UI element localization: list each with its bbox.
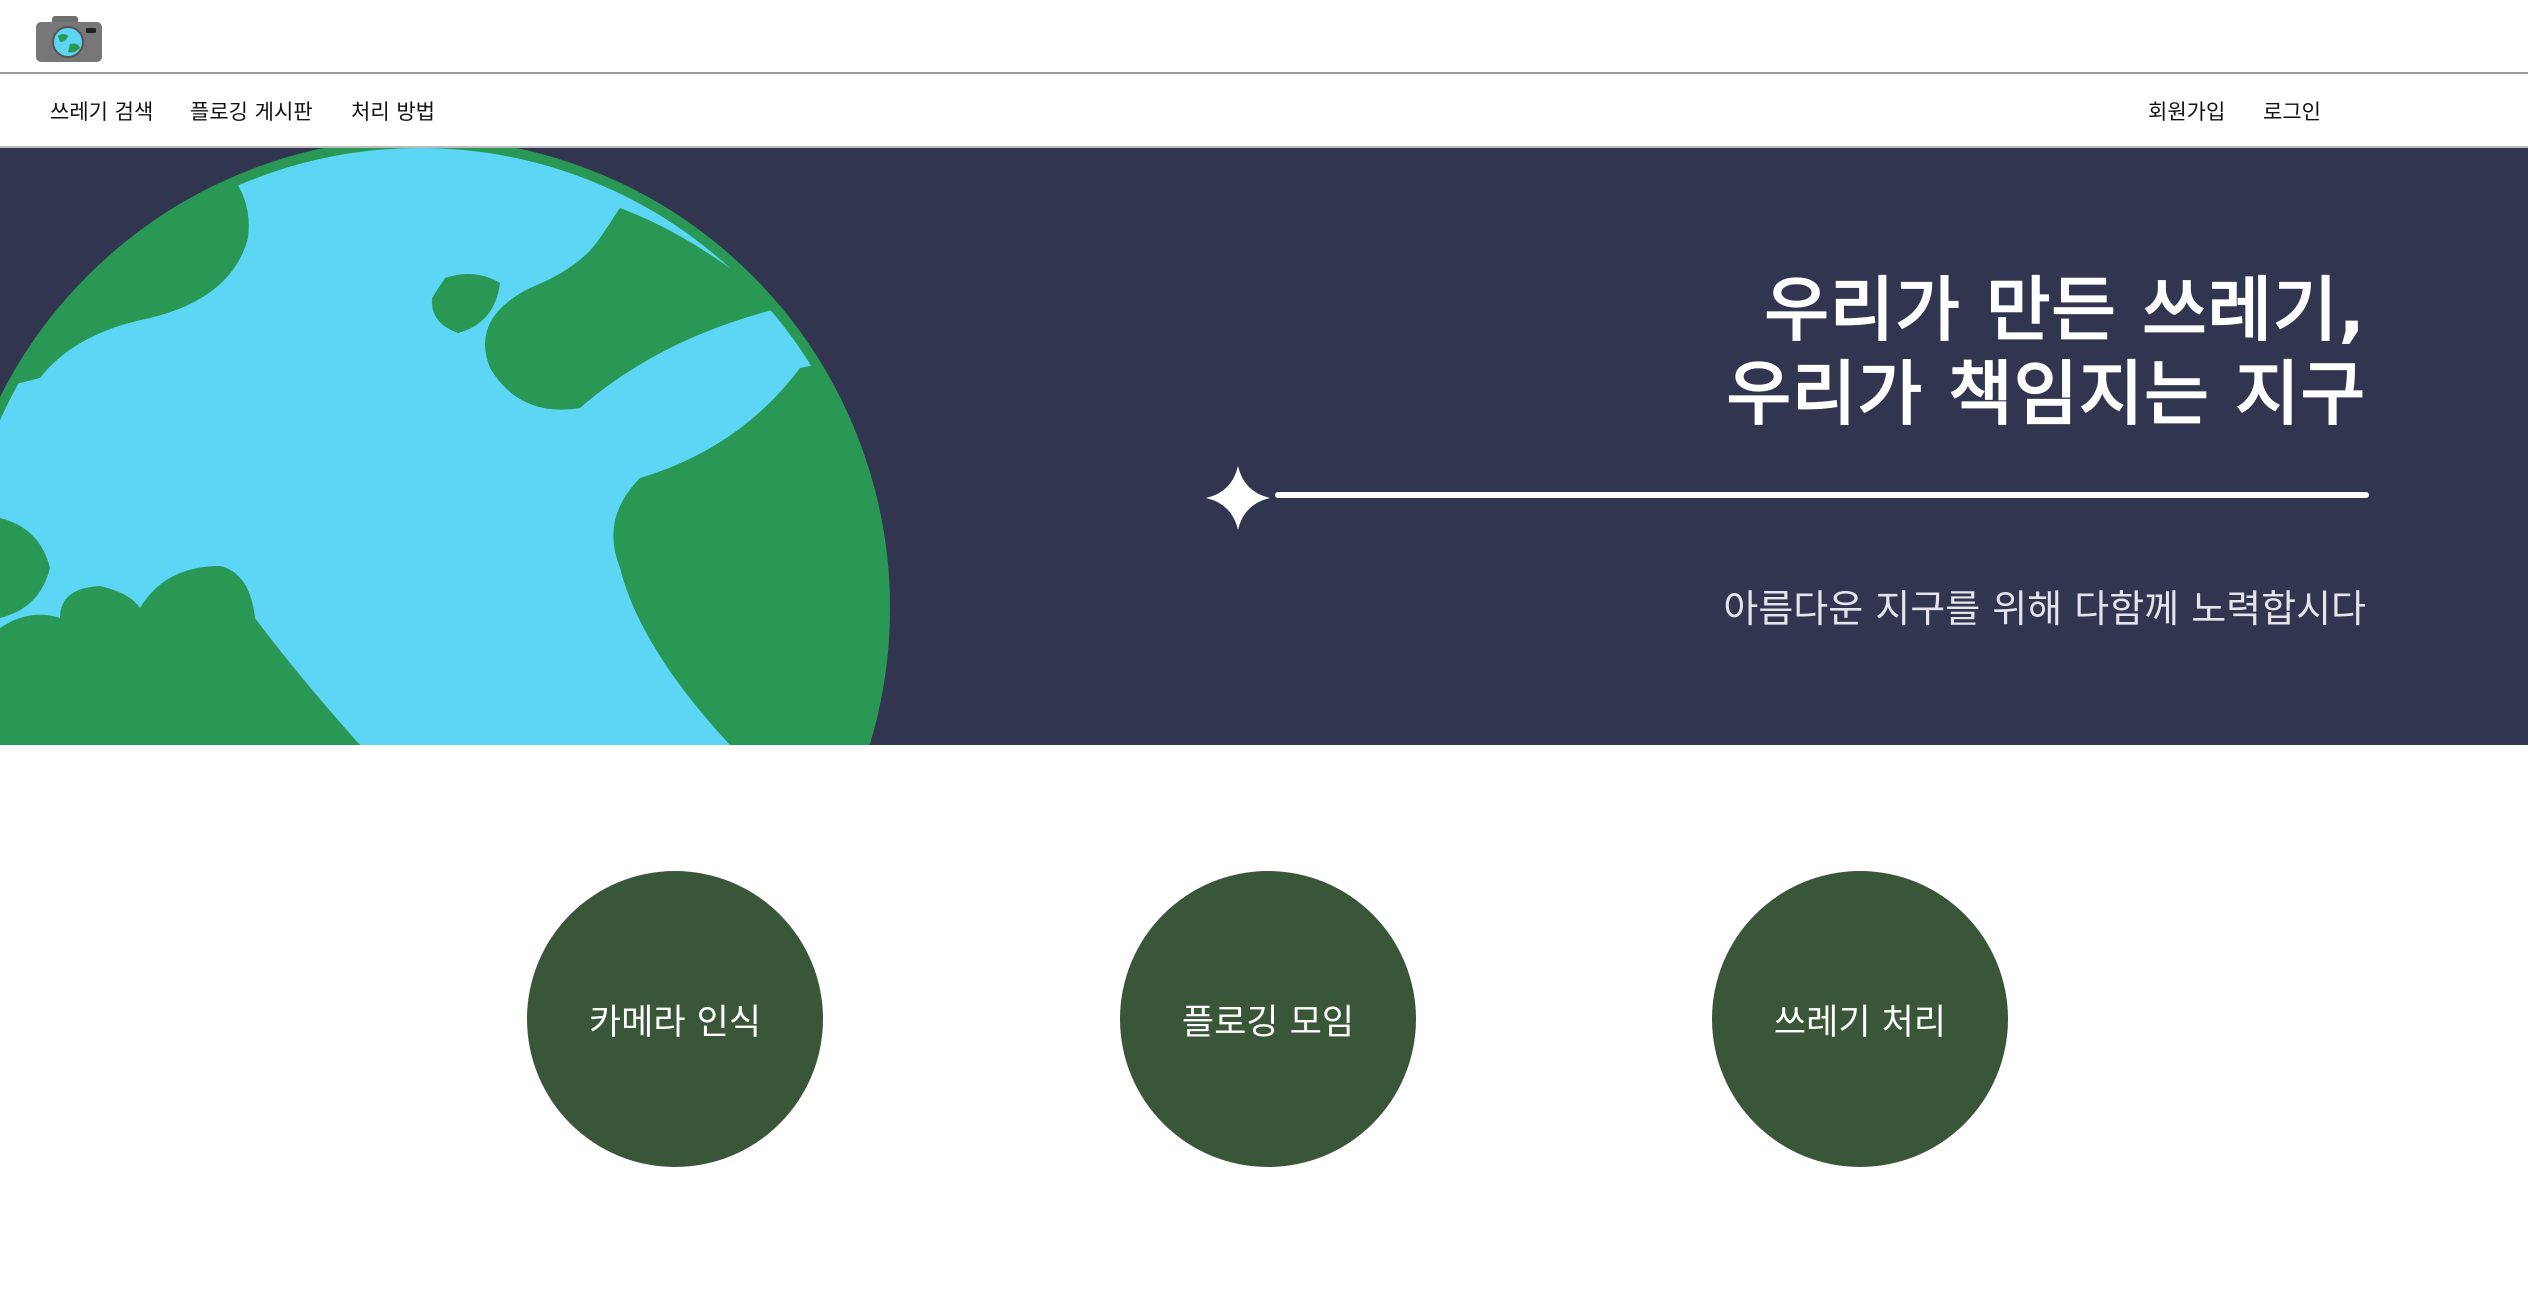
feature-trash-disposal-button[interactable]: 쓰레기 처리 — [1712, 871, 2008, 1167]
hero-title: 우리가 만든 쓰레기, 우리가 책임지는 지구 — [1727, 268, 2366, 436]
hero-subtitle: 아름다운 지구를 위해 다함께 노력합시다 — [1723, 587, 2366, 631]
nav-item-login[interactable]: 로그인 — [2263, 96, 2321, 126]
sparkle-star-icon — [1206, 466, 2369, 530]
earth-globe-icon — [0, 148, 890, 745]
nav-item-plogging-board[interactable]: 플로깅 게시판 — [190, 96, 313, 126]
top-bar — [0, 0, 2528, 74]
hero-title-line-2: 우리가 책임지는 지구 — [1726, 353, 2366, 435]
nav-item-trash-search[interactable]: 쓰레기 검색 — [50, 96, 153, 126]
nav-item-disposal-method[interactable]: 처리 방법 — [351, 96, 435, 126]
main-nav: 쓰레기 검색 플로깅 게시판 처리 방법 회원가입 로그인 — [0, 74, 2528, 148]
feature-camera-recognition-button[interactable]: 카메라 인식 — [527, 871, 823, 1167]
camera-earth-icon[interactable] — [34, 14, 104, 64]
feature-plogging-meetup-button[interactable]: 플로깅 모임 — [1120, 871, 1416, 1167]
hero-title-line-1: 우리가 만든 쓰레기, — [1764, 269, 2366, 351]
hero-banner: 우리가 만든 쓰레기, 우리가 책임지는 지구 아름다운 지구를 위해 다함께 … — [0, 148, 2528, 745]
nav-item-signup[interactable]: 회원가입 — [2148, 96, 2225, 126]
